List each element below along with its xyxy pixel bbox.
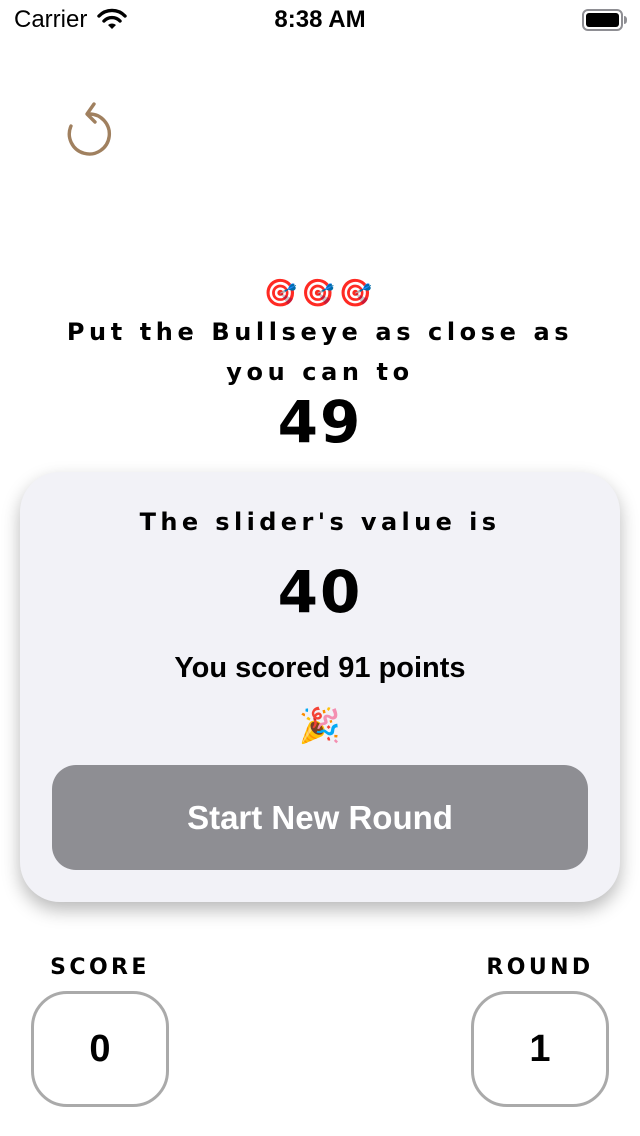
target-emojis: 🎯🎯🎯 bbox=[263, 278, 377, 308]
round-value: 1 bbox=[529, 1027, 551, 1070]
start-new-round-label: Start New Round bbox=[187, 798, 453, 836]
restart-button[interactable] bbox=[60, 100, 118, 160]
slider-value-label: The slider's value is bbox=[139, 508, 501, 536]
score-value: 0 bbox=[89, 1027, 111, 1070]
restart-icon bbox=[67, 102, 111, 156]
status-bar: Carrier 8:38 AM bbox=[0, 0, 640, 40]
target-value: 49 bbox=[277, 388, 363, 456]
start-new-round-button[interactable]: Start New Round bbox=[52, 765, 588, 870]
slider-value: 40 bbox=[277, 558, 363, 626]
status-time: 8:38 AM bbox=[274, 6, 366, 33]
party-popper-icon: 🎉 bbox=[298, 707, 342, 745]
round-label: ROUND bbox=[486, 955, 594, 980]
result-card: The slider's value is 40 You scored 91 p… bbox=[20, 472, 620, 902]
score-label: SCORE bbox=[50, 955, 150, 980]
instruction-text: Put the Bullseye as close as you can to bbox=[66, 318, 574, 386]
score-message: You scored 91 points bbox=[174, 652, 466, 684]
score-box: 0 bbox=[31, 991, 169, 1107]
battery-icon bbox=[582, 9, 627, 31]
round-box: 1 bbox=[471, 991, 609, 1107]
